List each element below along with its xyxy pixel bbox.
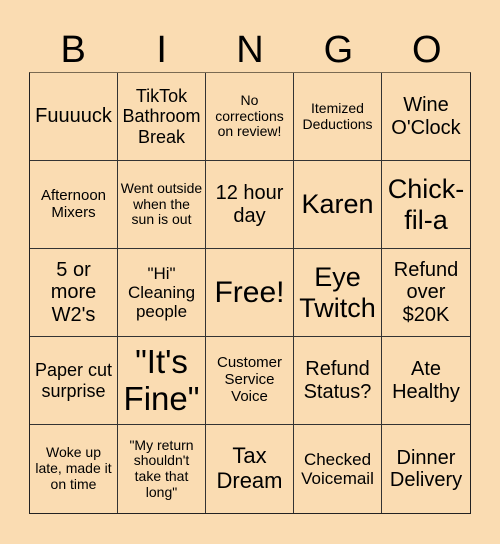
bingo-cell[interactable]: Eye Twitch xyxy=(294,249,382,337)
bingo-cell[interactable]: Refund Status? xyxy=(294,337,382,425)
bingo-cell[interactable]: Checked Voicemail xyxy=(294,425,382,513)
bingo-cell[interactable]: 12 hour day xyxy=(206,161,294,249)
header-letter-n: N xyxy=(236,29,264,71)
bingo-grid: Fuuuuck TikTok Bathroom Break No correct… xyxy=(29,72,471,514)
bingo-cell[interactable]: Refund over $20K xyxy=(382,249,470,337)
bingo-cell[interactable]: Paper cut surprise xyxy=(30,337,118,425)
header-letter-i: I xyxy=(156,29,167,71)
bingo-cell[interactable]: Customer Service Voice xyxy=(206,337,294,425)
bingo-cell[interactable]: Karen xyxy=(294,161,382,249)
bingo-header: B I N G O xyxy=(29,28,471,72)
bingo-cell[interactable]: Woke up late, made it on time xyxy=(30,425,118,513)
bingo-cell[interactable]: Tax Dream xyxy=(206,425,294,513)
bingo-cell[interactable]: Went outside when the sun is out xyxy=(118,161,206,249)
header-letter-o: O xyxy=(412,29,442,71)
bingo-cell[interactable]: "It's Fine" xyxy=(118,337,206,425)
bingo-cell[interactable]: Afternoon Mixers xyxy=(30,161,118,249)
bingo-cell[interactable]: Itemized Deductions xyxy=(294,73,382,161)
bingo-cell[interactable]: Wine O'Clock xyxy=(382,73,470,161)
bingo-cell[interactable]: "My return shouldn't take that long" xyxy=(118,425,206,513)
bingo-cell[interactable]: Ate Healthy xyxy=(382,337,470,425)
free-space[interactable]: Free! xyxy=(206,249,294,337)
bingo-cell[interactable]: Chick-fil-a xyxy=(382,161,470,249)
bingo-cell[interactable]: TikTok Bathroom Break xyxy=(118,73,206,161)
bingo-cell[interactable]: 5 or more W2's xyxy=(30,249,118,337)
bingo-cell[interactable]: No corrections on review! xyxy=(206,73,294,161)
bingo-cell[interactable]: Fuuuuck xyxy=(30,73,118,161)
header-letter-b: B xyxy=(60,29,86,71)
header-letter-g: G xyxy=(323,29,354,71)
bingo-cell[interactable]: Dinner Delivery xyxy=(382,425,470,513)
bingo-cell[interactable]: "Hi" Cleaning people xyxy=(118,249,206,337)
